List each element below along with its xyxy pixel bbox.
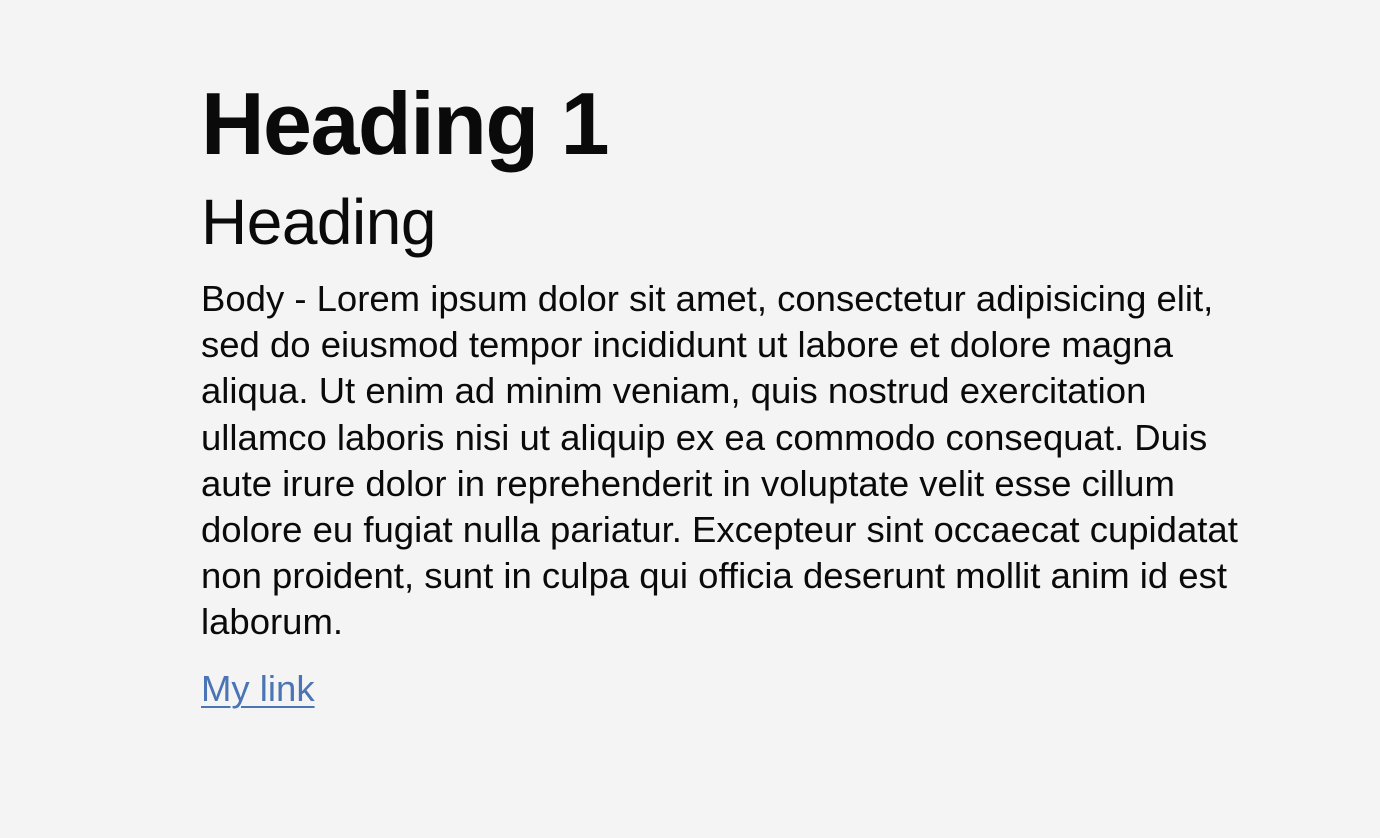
body-paragraph: Body - Lorem ipsum dolor sit amet, conse… xyxy=(201,278,1238,643)
my-link[interactable]: My link xyxy=(201,666,315,712)
heading-2: Heading xyxy=(201,186,436,258)
heading-1: Heading 1 xyxy=(201,74,610,173)
